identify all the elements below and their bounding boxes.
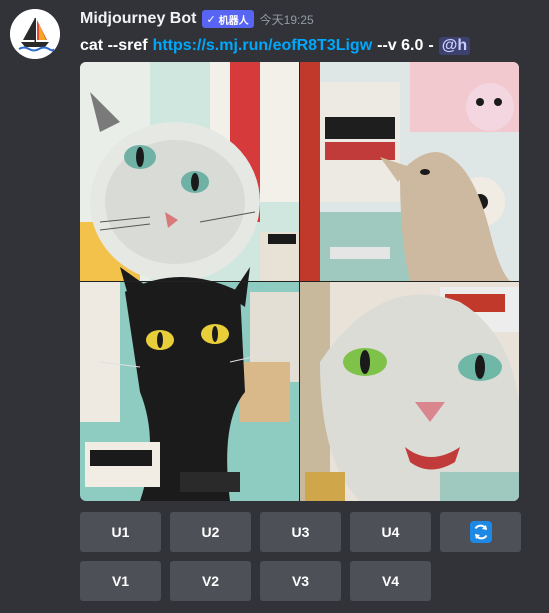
generated-image-grid[interactable] — [80, 62, 519, 501]
sailboat-logo-icon — [10, 9, 60, 59]
variation-button-row: V1 V2 V3 V4 — [80, 561, 431, 601]
image-quadrant-3 — [80, 267, 299, 501]
midjourney-avatar[interactable] — [10, 9, 60, 59]
variation-button-2[interactable]: V2 — [170, 561, 251, 601]
prompt-suffix: --v 6.0 — [377, 37, 424, 54]
bot-badge: ✓ 机器人 — [202, 10, 254, 28]
image-quadrant-1 — [80, 62, 299, 282]
bot-message: Midjourney Bot ✓ 机器人 今天19:25 cat --sref … — [0, 0, 549, 613]
verified-check-icon: ✓ — [206, 13, 216, 26]
upscale-button-3[interactable]: U3 — [260, 512, 341, 552]
variation-button-3[interactable]: V3 — [260, 561, 341, 601]
upscale-button-4[interactable]: U4 — [350, 512, 431, 552]
author-name[interactable]: Midjourney Bot — [80, 10, 196, 28]
prompt-separator: - — [428, 37, 434, 54]
variation-button-1[interactable]: V1 — [80, 561, 161, 601]
message-header: Midjourney Bot ✓ 机器人 今天19:25 — [80, 8, 314, 30]
image-quadrant-2 — [300, 62, 519, 281]
message-timestamp[interactable]: 今天19:25 — [260, 11, 314, 28]
collage-cat-grid-image — [80, 62, 519, 501]
upscale-button-row: U1 U2 U3 U4 — [80, 512, 521, 552]
variation-button-4[interactable]: V4 — [350, 561, 431, 601]
user-mention[interactable]: @h — [438, 37, 471, 55]
upscale-button-2[interactable]: U2 — [170, 512, 251, 552]
prompt-prefix: cat --sref — [80, 37, 148, 54]
prompt-text: cat --sref https://s.mj.run/eofR8T3Ligw … — [80, 34, 549, 58]
refresh-icon — [469, 521, 492, 543]
image-quadrant-4 — [300, 282, 519, 501]
bot-badge-label: 机器人 — [218, 15, 249, 27]
reroll-button[interactable] — [440, 512, 521, 552]
upscale-button-1[interactable]: U1 — [80, 512, 161, 552]
sref-link[interactable]: https://s.mj.run/eofR8T3Ligw — [153, 37, 373, 55]
